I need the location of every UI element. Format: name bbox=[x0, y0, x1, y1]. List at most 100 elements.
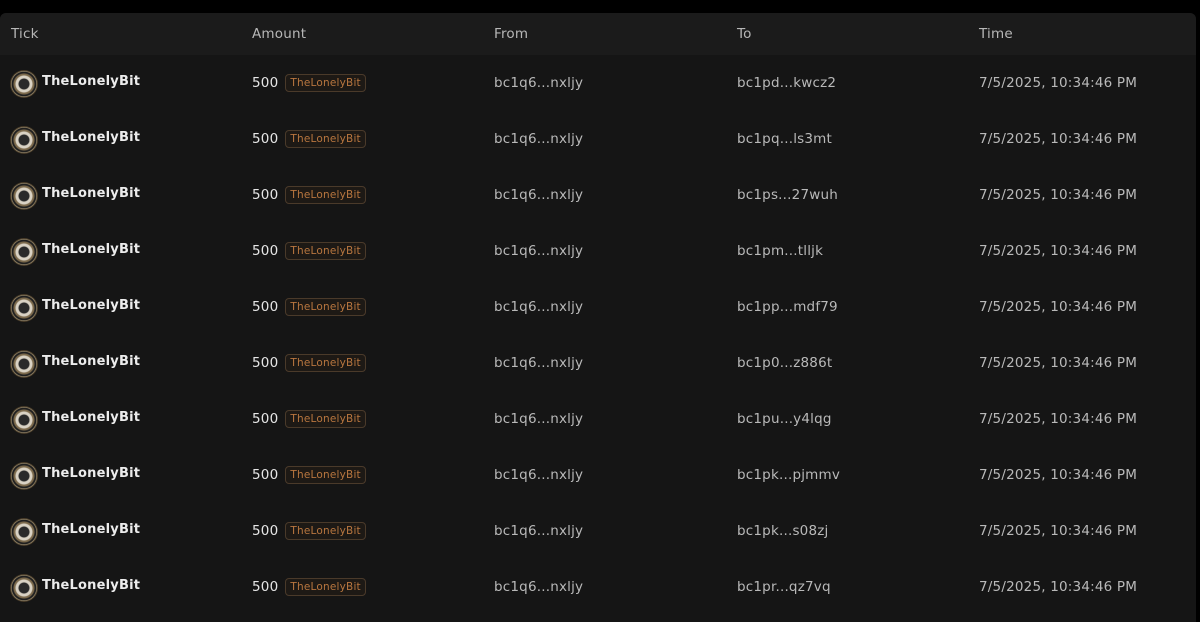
table-row[interactable]: TheLonelyBit 500 TheLonelyBit bc1q6...nx… bbox=[0, 559, 1196, 615]
amount-value: 500 bbox=[252, 411, 279, 427]
tick-name[interactable]: TheLonelyBit bbox=[42, 186, 140, 201]
amount-cell: 500 TheLonelyBit bbox=[242, 354, 484, 372]
table-row[interactable]: TheLonelyBit 500 TheLonelyBit bc1q6...nx… bbox=[0, 391, 1196, 447]
tick-name[interactable]: TheLonelyBit bbox=[42, 522, 140, 537]
coin-logo-icon bbox=[11, 71, 37, 97]
from-address[interactable]: bc1q6...nxljy bbox=[484, 411, 727, 427]
tick-cell[interactable]: TheLonelyBit bbox=[0, 182, 242, 209]
tick-cell[interactable]: TheLonelyBit bbox=[0, 294, 242, 321]
timestamp: 7/5/2025, 10:34:46 PM bbox=[979, 467, 1138, 483]
to-address[interactable]: bc1pq...ls3mt bbox=[727, 131, 969, 147]
tick-name[interactable]: TheLonelyBit bbox=[42, 354, 140, 369]
table-row[interactable]: TheLonelyBit 500 TheLonelyBit bc1q6...nx… bbox=[0, 111, 1196, 167]
tick-cell[interactable]: TheLonelyBit bbox=[0, 574, 242, 601]
timestamp: 7/5/2025, 10:34:46 PM bbox=[979, 523, 1138, 539]
table-row[interactable]: TheLonelyBit 500 TheLonelyBit bc1q6...nx… bbox=[0, 279, 1196, 335]
table-row[interactable]: TheLonelyBit 500 TheLonelyBit bc1q6...nx… bbox=[0, 223, 1196, 279]
table-row[interactable]: TheLonelyBit 500 TheLonelyBit bc1q6...nx… bbox=[0, 55, 1196, 111]
to-address[interactable]: bc1p0...z886t bbox=[727, 355, 969, 371]
tick-badge: TheLonelyBit bbox=[285, 522, 366, 540]
from-address[interactable]: bc1q6...nxljy bbox=[484, 355, 727, 371]
coin-logo-icon bbox=[11, 519, 37, 545]
tick-badge: TheLonelyBit bbox=[285, 186, 366, 204]
tick-badge: TheLonelyBit bbox=[285, 466, 366, 484]
tick-cell[interactable]: TheLonelyBit bbox=[0, 350, 242, 377]
from-address[interactable]: bc1q6...nxljy bbox=[484, 75, 727, 91]
tick-name[interactable]: TheLonelyBit bbox=[42, 74, 140, 89]
table-row[interactable]: TheLonelyBit 500 TheLonelyBit bc1q6...nx… bbox=[0, 167, 1196, 223]
amount-cell: 500 TheLonelyBit bbox=[242, 410, 484, 428]
table-row[interactable]: TheLonelyBit 500 TheLonelyBit bc1q6...nx… bbox=[0, 503, 1196, 559]
column-header-amount[interactable]: Amount bbox=[242, 26, 484, 42]
amount-cell: 500 TheLonelyBit bbox=[242, 466, 484, 484]
tick-cell[interactable]: TheLonelyBit bbox=[0, 126, 242, 153]
coin-logo-icon bbox=[11, 295, 37, 321]
tick-name[interactable]: TheLonelyBit bbox=[42, 410, 140, 425]
amount-value: 500 bbox=[252, 299, 279, 315]
tick-name[interactable]: TheLonelyBit bbox=[42, 466, 140, 481]
tick-badge: TheLonelyBit bbox=[285, 242, 366, 260]
tick-cell[interactable]: TheLonelyBit bbox=[0, 70, 242, 97]
column-header-time[interactable]: Time bbox=[969, 26, 1196, 42]
from-address[interactable]: bc1q6...nxljy bbox=[484, 187, 727, 203]
column-header-from[interactable]: From bbox=[484, 26, 727, 42]
to-address[interactable]: bc1ps...27wuh bbox=[727, 187, 969, 203]
to-address[interactable]: bc1pp...mdf79 bbox=[727, 299, 969, 315]
to-address[interactable]: bc1pr...qz7vq bbox=[727, 579, 969, 595]
table-header: Tick Amount From To Time bbox=[0, 13, 1196, 55]
tick-cell[interactable]: TheLonelyBit bbox=[0, 238, 242, 265]
tick-badge: TheLonelyBit bbox=[285, 354, 366, 372]
coin-logo-icon bbox=[11, 407, 37, 433]
amount-value: 500 bbox=[252, 131, 279, 147]
amount-cell: 500 TheLonelyBit bbox=[242, 242, 484, 260]
tick-badge: TheLonelyBit bbox=[285, 74, 366, 92]
amount-value: 500 bbox=[252, 579, 279, 595]
tick-name[interactable]: TheLonelyBit bbox=[42, 242, 140, 257]
amount-value: 500 bbox=[252, 187, 279, 203]
tick-name[interactable]: TheLonelyBit bbox=[42, 130, 140, 145]
amount-cell: 500 TheLonelyBit bbox=[242, 74, 484, 92]
timestamp: 7/5/2025, 10:34:46 PM bbox=[979, 411, 1138, 427]
table-row[interactable]: TheLonelyBit 500 TheLonelyBit bc1q6...nx… bbox=[0, 447, 1196, 503]
coin-logo-icon bbox=[11, 351, 37, 377]
amount-value: 500 bbox=[252, 467, 279, 483]
to-address[interactable]: bc1pm...tlljk bbox=[727, 243, 969, 259]
amount-value: 500 bbox=[252, 75, 279, 91]
transfers-table: Tick Amount From To Time TheLonelyBit 50… bbox=[0, 13, 1196, 622]
timestamp: 7/5/2025, 10:34:46 PM bbox=[979, 299, 1138, 315]
column-header-tick[interactable]: Tick bbox=[0, 26, 242, 42]
timestamp: 7/5/2025, 10:34:46 PM bbox=[979, 579, 1138, 595]
column-header-to[interactable]: To bbox=[727, 26, 969, 42]
coin-logo-icon bbox=[11, 575, 37, 601]
to-address[interactable]: bc1pd...kwcz2 bbox=[727, 75, 969, 91]
from-address[interactable]: bc1q6...nxljy bbox=[484, 131, 727, 147]
from-address[interactable]: bc1q6...nxljy bbox=[484, 467, 727, 483]
timestamp: 7/5/2025, 10:34:46 PM bbox=[979, 243, 1138, 259]
tick-name[interactable]: TheLonelyBit bbox=[42, 298, 140, 313]
coin-logo-icon bbox=[11, 239, 37, 265]
timestamp: 7/5/2025, 10:34:46 PM bbox=[979, 131, 1138, 147]
amount-cell: 500 TheLonelyBit bbox=[242, 186, 484, 204]
to-address[interactable]: bc1pk...pjmmv bbox=[727, 467, 969, 483]
timestamp: 7/5/2025, 10:34:46 PM bbox=[979, 187, 1138, 203]
tick-badge: TheLonelyBit bbox=[285, 410, 366, 428]
from-address[interactable]: bc1q6...nxljy bbox=[484, 523, 727, 539]
table-row[interactable]: TheLonelyBit 500 TheLonelyBit bc1q6...nx… bbox=[0, 335, 1196, 391]
amount-value: 500 bbox=[252, 355, 279, 371]
amount-cell: 500 TheLonelyBit bbox=[242, 522, 484, 540]
coin-logo-icon bbox=[11, 127, 37, 153]
amount-cell: 500 TheLonelyBit bbox=[242, 578, 484, 596]
tick-cell[interactable]: TheLonelyBit bbox=[0, 406, 242, 433]
from-address[interactable]: bc1q6...nxljy bbox=[484, 579, 727, 595]
timestamp: 7/5/2025, 10:34:46 PM bbox=[979, 75, 1138, 91]
tick-name[interactable]: TheLonelyBit bbox=[42, 578, 140, 593]
from-address[interactable]: bc1q6...nxljy bbox=[484, 299, 727, 315]
amount-cell: 500 TheLonelyBit bbox=[242, 130, 484, 148]
from-address[interactable]: bc1q6...nxljy bbox=[484, 243, 727, 259]
tick-cell[interactable]: TheLonelyBit bbox=[0, 518, 242, 545]
to-address[interactable]: bc1pu...y4lqg bbox=[727, 411, 969, 427]
coin-logo-icon bbox=[11, 463, 37, 489]
coin-logo-icon bbox=[11, 183, 37, 209]
tick-cell[interactable]: TheLonelyBit bbox=[0, 462, 242, 489]
to-address[interactable]: bc1pk...s08zj bbox=[727, 523, 969, 539]
